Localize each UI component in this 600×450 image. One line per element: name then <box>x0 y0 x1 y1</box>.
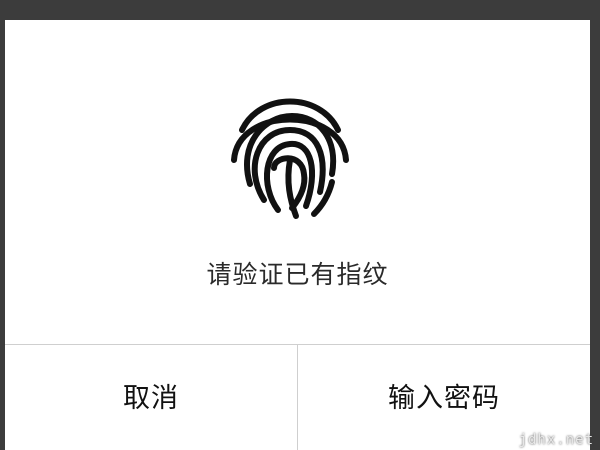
fingerprint-dialog: 请验证已有指纹 取消 输入密码 <box>5 20 590 450</box>
watermark: jdhx.net <box>518 432 594 448</box>
button-row: 取消 输入密码 <box>5 344 590 450</box>
fingerprint-icon <box>231 98 349 219</box>
screen: 请验证已有指纹 取消 输入密码 jdhx.net <box>0 0 600 450</box>
verify-prompt: 请验证已有指纹 <box>206 260 389 289</box>
cancel-button[interactable]: 取消 <box>5 345 297 450</box>
dialog-body: 请验证已有指纹 <box>5 20 590 344</box>
